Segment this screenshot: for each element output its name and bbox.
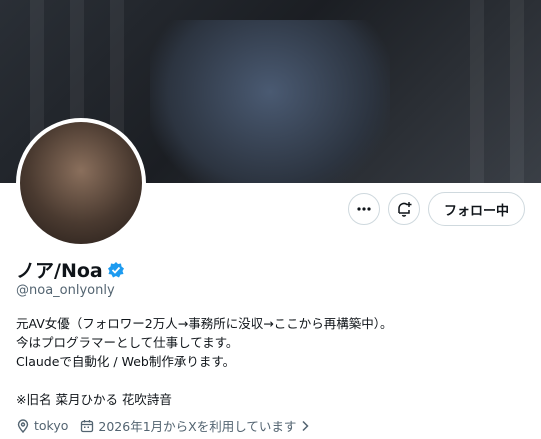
calendar-icon: [81, 419, 94, 432]
joined-text: 2026年1月からXを利用しています: [98, 419, 297, 434]
bio-line: [16, 371, 526, 390]
bio-line: 元AV女優（フォロワー2万人→事務所に没収→ここから再構築中）。: [16, 316, 393, 331]
bio-line: Claudeで自動化 / Web制作承ります。: [16, 354, 236, 369]
display-name: ノア/Noa: [16, 260, 103, 282]
more-icon: [357, 207, 371, 211]
bio: 元AV女優（フォロワー2万人→事務所に没収→ここから再構築中）。 今はプログラマ…: [16, 314, 526, 409]
avatar[interactable]: [16, 118, 146, 248]
name-row: ノア/Noa: [16, 256, 125, 283]
bell-plus-icon: [398, 202, 412, 217]
joined-date[interactable]: 2026年1月からXを利用しています: [80, 416, 310, 435]
verified-check-icon: [107, 261, 124, 277]
bio-line: ※旧名 菜月ひかる 花吹詩音: [16, 392, 172, 407]
profile-actions: フォロー中: [347, 192, 525, 226]
notify-button[interactable]: [387, 193, 420, 225]
profile-meta: tokyo 2026年1月からXを利用しています: [16, 416, 322, 435]
location-text: tokyo: [34, 418, 69, 433]
more-button[interactable]: [347, 193, 380, 225]
handle: @noa_onlyonly: [16, 283, 115, 298]
following-button[interactable]: フォロー中: [427, 192, 525, 226]
location-pin-icon: [17, 418, 29, 433]
bio-line: 今はプログラマーとして仕事してます。: [16, 335, 239, 350]
chevron-right-icon: [302, 420, 309, 431]
location: tokyo: [16, 418, 68, 433]
